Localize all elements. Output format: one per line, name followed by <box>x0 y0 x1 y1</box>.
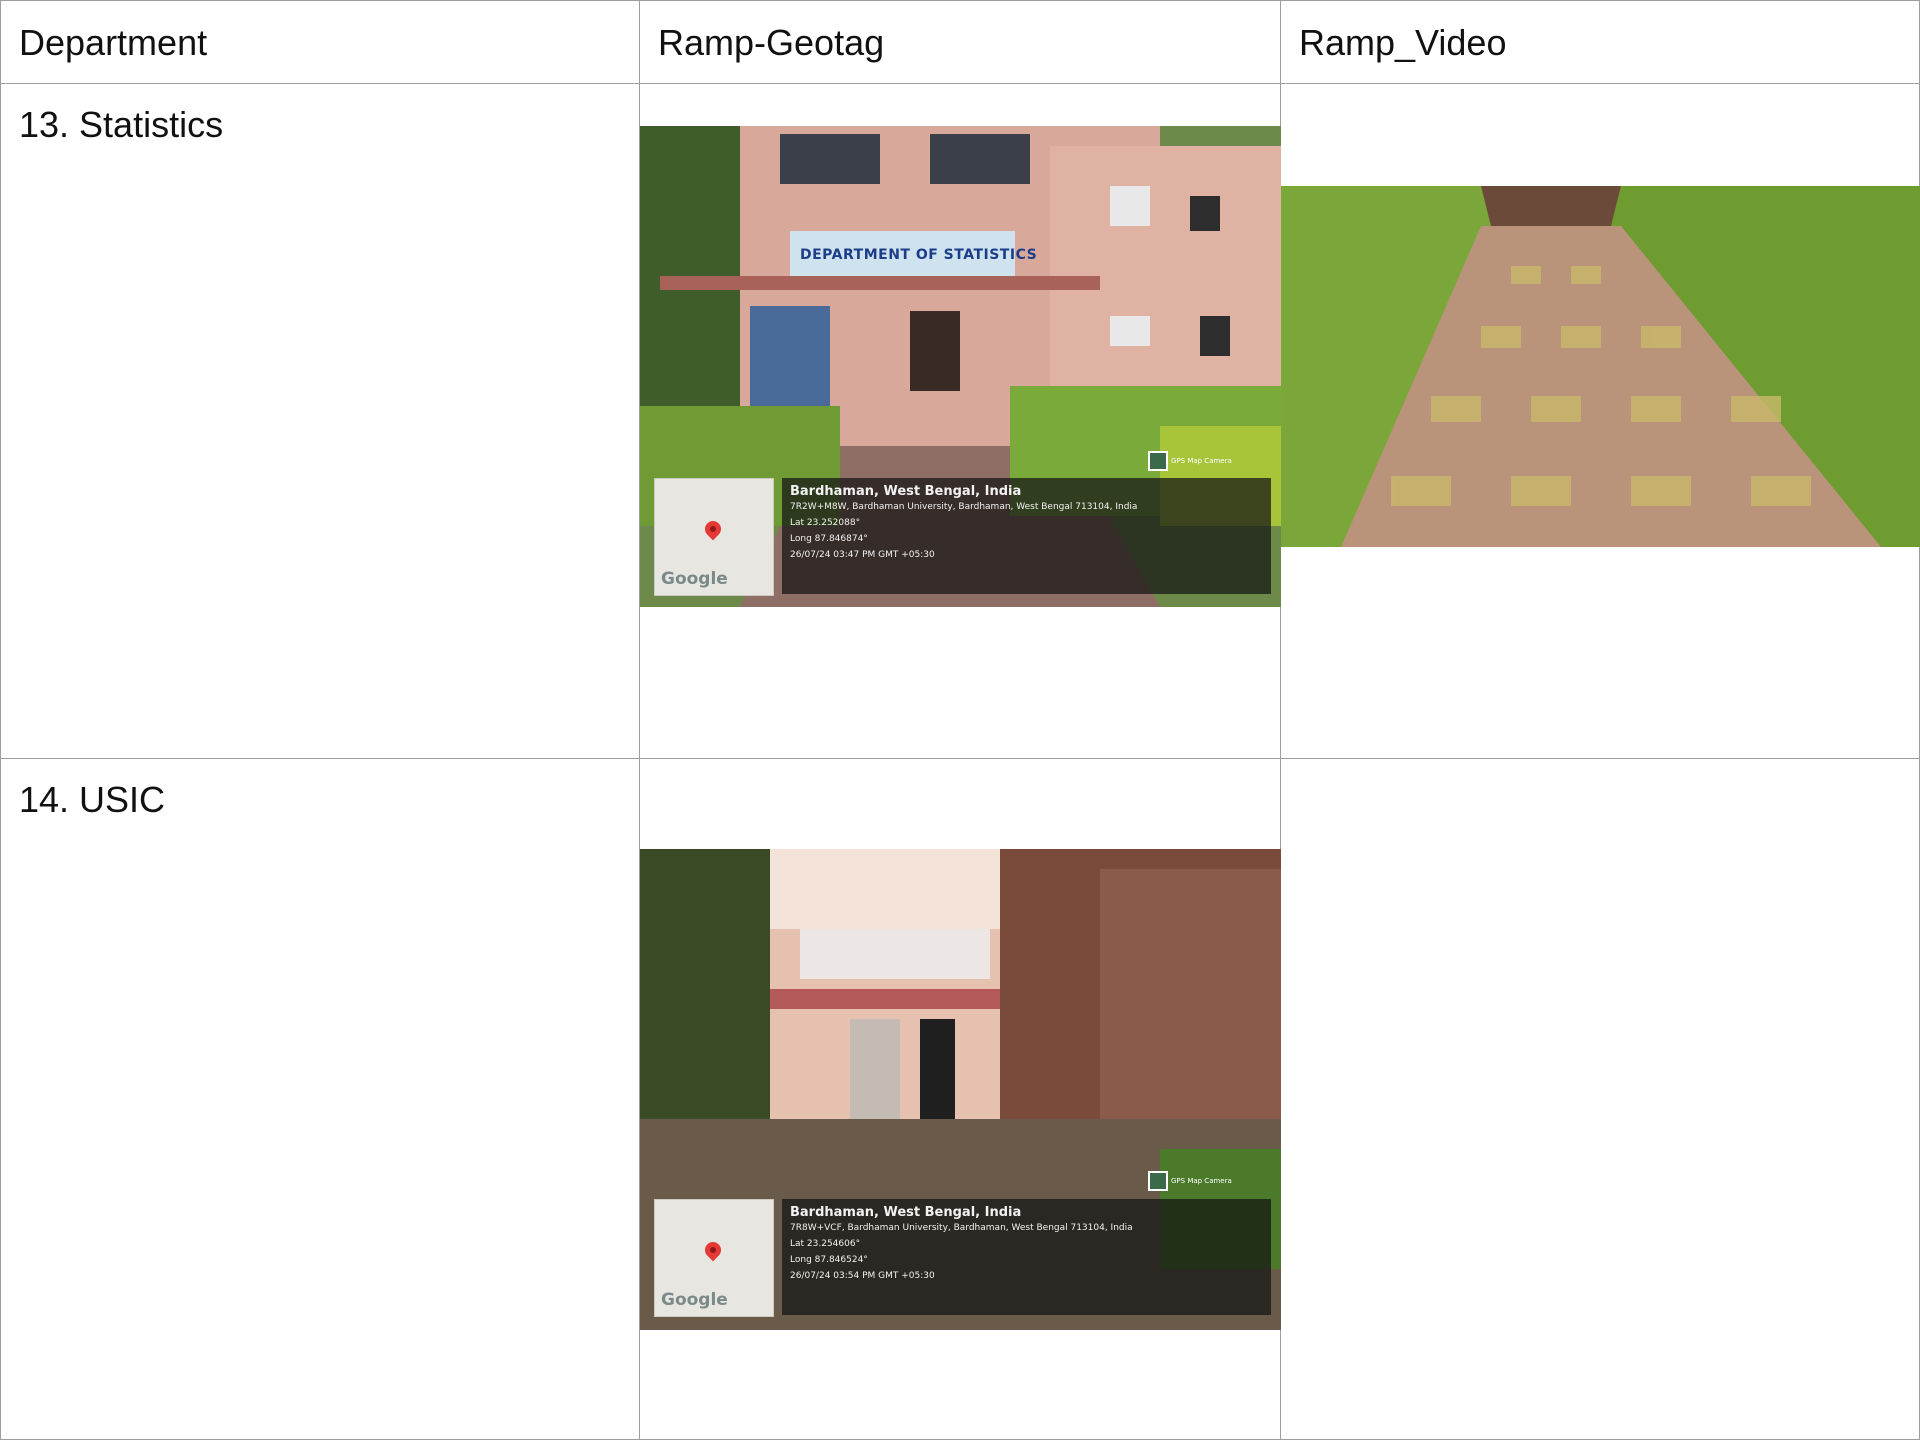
geo-address: 7R2W+M8W, Bardhaman University, Bardhama… <box>790 502 1138 512</box>
usic-gps-badge: GPS Map Camera <box>1148 1171 1232 1191</box>
geo-datetime: 26/07/24 03:47 PM GMT +05:30 <box>790 550 935 560</box>
header-cell-department: Department <box>0 0 640 84</box>
gps-camera-icon <box>1148 451 1168 471</box>
statistics-map-thumbnail: Google <box>654 478 774 596</box>
walkway-image <box>1281 186 1920 547</box>
department-statistics: 13. Statistics <box>19 104 224 145</box>
geo-location: Bardhaman, West Bengal, India <box>790 484 1022 499</box>
geo-lat: Lat 23.252088° <box>790 518 861 528</box>
geo-location: Bardhaman, West Bengal, India <box>790 1205 1022 1220</box>
statistics-geotag-photo: DEPARTMENT OF STATISTICS GPS Map Camera … <box>640 126 1281 607</box>
header-geotag: Ramp-Geotag <box>658 22 885 63</box>
row-statistics-department-cell: 13. Statistics <box>0 83 640 759</box>
row-usic-video-cell <box>1280 758 1920 1440</box>
map-pin-icon <box>701 1238 725 1262</box>
header-video: Ramp_Video <box>1299 22 1507 63</box>
header-department: Department <box>19 22 208 63</box>
geo-long: Long 87.846874° <box>790 534 868 544</box>
geo-datetime: 26/07/24 03:54 PM GMT +05:30 <box>790 1271 935 1281</box>
statistics-sign: DEPARTMENT OF STATISTICS <box>800 247 1038 263</box>
header-cell-geotag: Ramp-Geotag <box>639 0 1281 84</box>
usic-geo-info: Bardhaman, West Bengal, India 7R8W+VCF, … <box>782 1199 1271 1315</box>
usic-map-thumbnail: Google <box>654 1199 774 1317</box>
row-usic-department-cell: 14. USIC <box>0 758 640 1440</box>
geo-lat: Lat 23.254606° <box>790 1239 861 1249</box>
statistics-geo-info: Bardhaman, West Bengal, India 7R2W+M8W, … <box>782 478 1271 594</box>
header-cell-video: Ramp_Video <box>1280 0 1920 84</box>
statistics-gps-badge: GPS Map Camera <box>1148 451 1232 471</box>
map-pin-icon <box>701 517 725 541</box>
statistics-video-thumbnail <box>1281 186 1920 547</box>
usic-geotag-photo: GPS Map Camera Google Bardhaman, West Be… <box>640 849 1281 1330</box>
department-usic: 14. USIC <box>19 779 166 820</box>
geo-address: 7R8W+VCF, Bardhaman University, Bardhama… <box>790 1223 1133 1233</box>
map-logo: Google <box>661 1290 728 1310</box>
geo-long: Long 87.846524° <box>790 1255 868 1265</box>
gps-camera-icon <box>1148 1171 1168 1191</box>
map-logo: Google <box>661 569 728 589</box>
